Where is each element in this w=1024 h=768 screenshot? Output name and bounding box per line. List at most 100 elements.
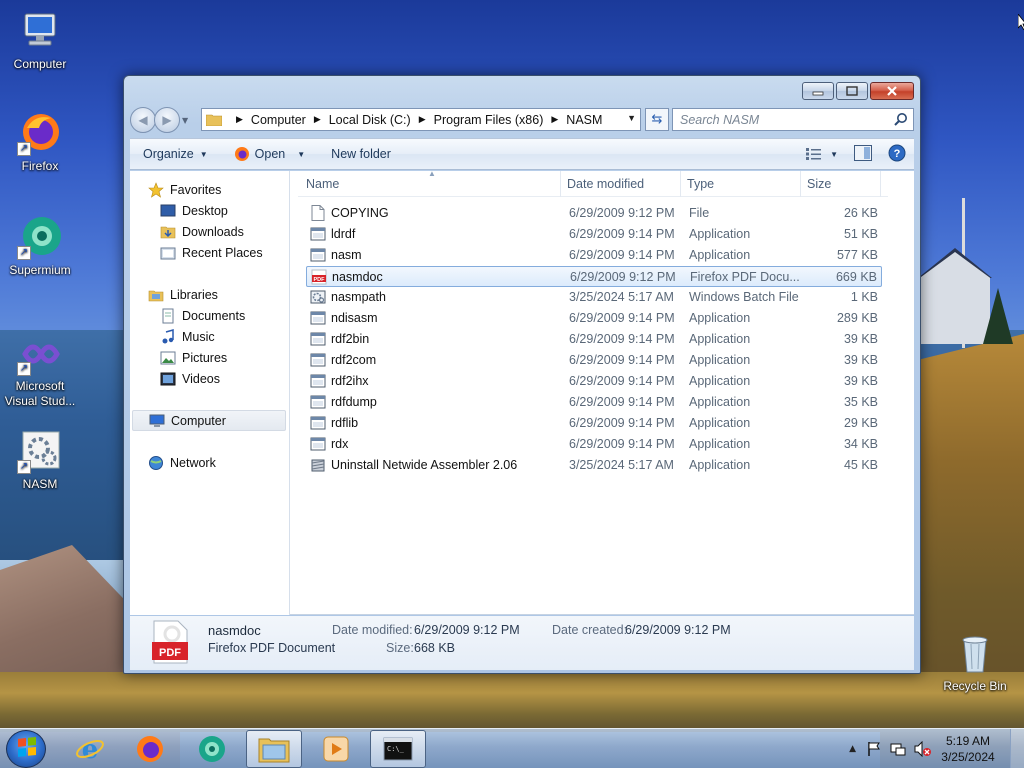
- file-row[interactable]: nasm 6/29/2009 9:14 PM Application 577 KB: [306, 245, 882, 266]
- recent-locations-dropdown[interactable]: ▼: [182, 116, 192, 125]
- clock[interactable]: 5:19 AM 3/25/2024: [932, 733, 1004, 765]
- nav-item-network[interactable]: Network: [148, 452, 216, 473]
- maximize-button[interactable]: [836, 82, 868, 100]
- nav-item-recent-places[interactable]: Recent Places: [160, 242, 263, 263]
- breadcrumb-nasm[interactable]: NASM: [566, 113, 602, 127]
- nav-item-pictures[interactable]: Pictures: [160, 347, 227, 368]
- taskbar-internet-explorer[interactable]: e: [62, 730, 118, 768]
- preview-pane-button[interactable]: [854, 144, 872, 164]
- breadcrumb-program-files[interactable]: Program Files (x86): [434, 113, 544, 127]
- file-size: 51 KB: [843, 227, 878, 241]
- address-dropdown-icon[interactable]: ▼: [627, 113, 636, 123]
- title-bar[interactable]: [124, 76, 920, 104]
- file-row[interactable]: Uninstall Netwide Assembler 2.06 3/25/202…: [306, 455, 882, 476]
- breadcrumb-separator-icon[interactable]: ▶: [314, 114, 321, 125]
- minimize-icon: [812, 91, 824, 96]
- file-row[interactable]: PDF nasmdoc 6/29/2009 9:12 PM Firefox PDF D…: [306, 266, 882, 287]
- address-bar[interactable]: ▶ Computer ▶ Local Disk (C:) ▶ Program F…: [201, 108, 641, 131]
- nav-item-videos[interactable]: Videos: [160, 368, 220, 389]
- desktop-icon-recycle-bin[interactable]: Recycle Bin: [935, 630, 1015, 694]
- file-type: Application: [689, 437, 751, 451]
- file-size: 669 KB: [835, 270, 877, 284]
- file-row[interactable]: ndisasm 6/29/2009 9:14 PM Application 289 K…: [306, 308, 882, 329]
- nav-item-documents[interactable]: Documents: [160, 305, 245, 326]
- file-date-modified: 6/29/2009 9:12 PM: [569, 206, 675, 220]
- start-button[interactable]: [6, 730, 46, 768]
- file-date-modified: 6/29/2009 9:14 PM: [569, 437, 675, 451]
- desktop-icon-computer[interactable]: Computer: [0, 8, 80, 72]
- libraries-icon: [148, 290, 164, 301]
- svg-text:PDF: PDF: [159, 647, 181, 659]
- breadcrumb-computer[interactable]: Computer: [251, 113, 306, 127]
- file-row[interactable]: rdfdump 6/29/2009 9:14 PM Application 35 KB: [306, 392, 882, 413]
- nav-item-downloads[interactable]: Downloads: [160, 221, 244, 242]
- desktop-icon-visual-studio[interactable]: ↗ Microsoft Visual Stud...: [0, 330, 80, 409]
- svg-text:PDF: PDF: [314, 277, 326, 283]
- file-row[interactable]: rdx 6/29/2009 9:14 PM Application 34 KB: [306, 434, 882, 455]
- close-button[interactable]: [870, 82, 914, 100]
- taskbar-firefox[interactable]: [122, 730, 178, 768]
- file-name: nasmpath: [331, 290, 386, 304]
- breadcrumb-separator-icon[interactable]: ▶: [236, 114, 243, 125]
- file-name: nasm: [331, 248, 362, 262]
- column-header-size[interactable]: Size: [807, 177, 831, 191]
- file-list[interactable]: ▲ Name Date modified Type Size COPYING 6/…: [298, 169, 910, 615]
- folder-icon: [206, 114, 222, 126]
- show-hidden-icons-button[interactable]: ▲: [849, 744, 856, 754]
- help-button[interactable]: ?: [888, 144, 906, 165]
- taskbar-supermium[interactable]: [184, 730, 240, 768]
- network-status-icon[interactable]: [890, 741, 906, 757]
- details-size-label: Size:: [386, 641, 414, 655]
- application-icon: [310, 226, 326, 242]
- column-header-date-modified[interactable]: Date modified: [567, 177, 644, 191]
- taskbar-media-player[interactable]: [308, 730, 364, 768]
- file-size: 289 KB: [836, 311, 878, 325]
- column-header-name[interactable]: Name: [306, 177, 339, 191]
- navigation-pane[interactable]: Favorites Desktop Downloads Recent Place…: [130, 171, 290, 615]
- explorer-content: Favorites Desktop Downloads Recent Place…: [130, 169, 914, 615]
- nav-item-libraries[interactable]: Libraries: [148, 284, 218, 305]
- nav-item-music[interactable]: Music: [160, 326, 215, 347]
- desktop-icon-firefox[interactable]: ↗ Firefox: [0, 110, 80, 174]
- back-button[interactable]: ◀: [130, 107, 156, 133]
- file-size: 39 KB: [843, 353, 878, 367]
- file-name: rdfdump: [331, 395, 377, 409]
- file-row[interactable]: rdflib 6/29/2009 9:14 PM Application 29 KB: [306, 413, 882, 434]
- file-row[interactable]: COPYING 6/29/2009 9:12 PM File 26 KB: [306, 203, 882, 224]
- file-row[interactable]: rdf2com 6/29/2009 9:14 PM Application 39 KB: [306, 350, 882, 371]
- file-name: ldrdf: [331, 227, 356, 241]
- open-button[interactable]: Open ▼: [221, 139, 319, 169]
- search-input[interactable]: Search NASM: [672, 108, 914, 131]
- nav-item-favorites[interactable]: Favorites: [148, 179, 221, 200]
- refresh-button[interactable]: ⇆: [645, 108, 669, 131]
- breadcrumb-separator-icon[interactable]: ▶: [419, 114, 426, 125]
- explorer-window[interactable]: ◀ ▶ ▼ ▶ Computer ▶ Local Disk (C:) ▶ Pro…: [123, 75, 921, 674]
- file-row[interactable]: nasmpath 3/25/2024 5:17 AM Windows Batch F…: [306, 287, 882, 308]
- minimize-button[interactable]: [802, 82, 834, 100]
- breadcrumb-local-disk[interactable]: Local Disk (C:): [329, 113, 411, 127]
- desktop-icon-nasm[interactable]: ↗ NASM: [0, 428, 80, 492]
- file-name: rdx: [331, 437, 349, 451]
- supermium-icon: ↗: [17, 214, 63, 260]
- search-icon[interactable]: [894, 112, 908, 126]
- show-desktop-button[interactable]: [1010, 729, 1024, 768]
- nav-item-desktop[interactable]: Desktop: [160, 200, 228, 221]
- column-header-type[interactable]: Type: [687, 177, 714, 191]
- application-icon: [310, 373, 326, 389]
- file-row[interactable]: rdf2bin 6/29/2009 9:14 PM Application 39 KB: [306, 329, 882, 350]
- taskbar-windows-explorer[interactable]: [246, 730, 302, 768]
- volume-muted-icon[interactable]: [914, 741, 932, 757]
- nav-item-computer[interactable]: Computer: [132, 410, 286, 431]
- breadcrumb-separator-icon[interactable]: ▶: [551, 114, 558, 125]
- change-view-button[interactable]: ▼: [806, 148, 838, 160]
- new-folder-button[interactable]: New folder: [318, 139, 404, 169]
- file-row[interactable]: ldrdf 6/29/2009 9:14 PM Application 51 KB: [306, 224, 882, 245]
- desktop-icon-supermium[interactable]: ↗ Supermium: [0, 214, 80, 278]
- taskbar-command-prompt[interactable]: C:\_: [370, 730, 426, 768]
- file-row[interactable]: rdf2ihx 6/29/2009 9:14 PM Application 39 KB: [306, 371, 882, 392]
- organize-button[interactable]: Organize ▼: [130, 139, 221, 169]
- file-type: Application: [689, 227, 751, 241]
- forward-button[interactable]: ▶: [154, 107, 180, 133]
- application-icon: [310, 352, 326, 368]
- action-center-flag-icon[interactable]: [866, 741, 882, 757]
